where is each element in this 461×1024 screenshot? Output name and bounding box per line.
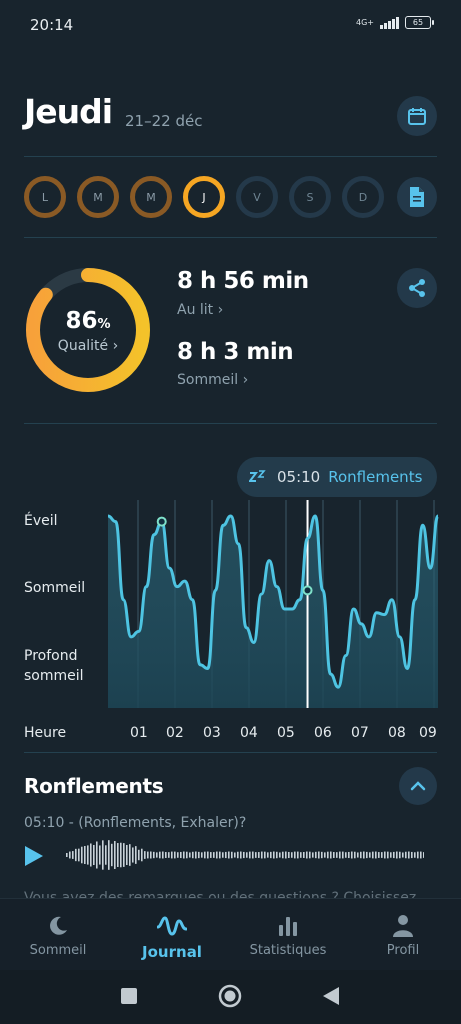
status-bar: 20:14 4G+ 65 [0,0,461,50]
tab-sommeil[interactable]: Sommeil [8,913,108,958]
battery-icon: 65 [405,16,434,29]
share-icon [409,279,425,297]
share-button[interactable] [397,268,437,308]
day-label: D [358,190,368,204]
collapse-button[interactable] [399,767,437,805]
day-monday[interactable]: L [24,176,66,218]
report-button[interactable] [397,177,437,217]
quality-percent: 86% [24,308,152,334]
day-label: M [146,190,156,204]
day-header: Jeudi 21–22 déc [24,92,437,142]
day-sunday[interactable]: D [342,176,384,218]
day-saturday[interactable]: S [289,176,331,218]
back-button[interactable] [322,986,340,1006]
divider [24,156,437,157]
y-label-sleep: Sommeil [24,580,86,596]
y-label-deep: Profond sommeil [24,648,84,684]
play-button[interactable] [24,845,44,867]
moon-icon [50,916,67,935]
tab-label: Journal [142,943,202,961]
play-icon [25,846,43,866]
x-axis-label: Heure [24,725,67,741]
snore-event-time: 05:10 [277,468,321,486]
tab-label: Statistiques [249,943,327,958]
tab-label: Sommeil [29,943,87,958]
divider [24,752,437,753]
y-label-awake: Éveil [24,513,58,529]
day-title: Jeudi [24,92,113,131]
signal-icon [380,16,399,29]
status-time: 20:14 [30,16,74,34]
x-tick: 03 [203,725,221,741]
week-selector: L M M J V S D [24,176,437,220]
snore-marker[interactable] [156,516,167,527]
battery-level: 65 [412,18,424,27]
x-tick: 05 [277,725,295,741]
bottom-tab-bar: Sommeil Journal Statistiques Profil [0,898,461,970]
x-tick: 04 [240,725,258,741]
tab-label: Profil [386,943,420,958]
bar-chart-icon [279,917,297,936]
chevron-up-icon [410,781,426,791]
tab-journal[interactable]: Journal [122,913,222,961]
tab-statistiques[interactable]: Statistiques [238,913,338,958]
zzz-icon [249,470,266,482]
status-icons: 4G+ 65 [356,16,434,29]
day-label: L [41,190,49,204]
x-tick: 02 [166,725,184,741]
day-tuesday[interactable]: M [77,176,119,218]
network-label: 4G+ [356,17,374,27]
recents-button[interactable] [120,987,138,1005]
calendar-button[interactable] [397,96,437,136]
snore-marker[interactable] [302,585,313,596]
home-button[interactable] [218,984,242,1008]
calendar-icon [408,108,426,125]
quality-label[interactable]: Qualité › [24,338,152,354]
snore-event-button[interactable]: 05:10 Ronflements [237,457,437,497]
quality-unit: % [97,317,111,332]
divider [24,423,437,424]
triangle-back-icon [323,987,339,1005]
sleep-area [108,516,438,708]
snore-event-label: Ronflements [328,468,423,486]
x-tick: 07 [351,725,369,741]
quality-ring[interactable]: 86% Qualité › [24,266,152,394]
sleep-chart[interactable] [106,500,440,712]
person-icon [393,915,413,937]
snoring-section-title: Ronflements [24,774,164,798]
document-icon [410,187,424,207]
day-label: V [253,190,261,204]
day-friday[interactable]: V [236,176,278,218]
day-label: J [202,190,206,204]
x-axis: Heure 01 02 03 04 05 06 07 08 09 [0,725,461,745]
snore-entry: 05:10 - (Ronflements, Exhaler)? [24,815,247,831]
system-nav-bar [0,970,461,1024]
day-label: S [306,190,314,204]
x-tick: 01 [130,725,148,741]
in-bed-value: 8 h 56 min [177,268,309,294]
x-tick: 09 [419,725,437,741]
divider [24,237,437,238]
day-label: M [93,190,103,204]
audio-waveform[interactable] [64,838,424,872]
sleep-value: 8 h 3 min [177,339,294,365]
x-tick: 08 [388,725,406,741]
day-wednesday[interactable]: M [130,176,172,218]
pulse-icon [157,916,187,936]
square-icon [121,988,137,1004]
tab-profil[interactable]: Profil [353,913,453,958]
x-tick: 06 [314,725,332,741]
sleep-link[interactable]: Sommeil › [177,372,248,388]
quality-value: 86 [65,308,98,334]
day-thursday[interactable]: J [183,176,225,218]
date-range: 21–22 déc [125,112,203,130]
in-bed-link[interactable]: Au lit › [177,302,223,318]
